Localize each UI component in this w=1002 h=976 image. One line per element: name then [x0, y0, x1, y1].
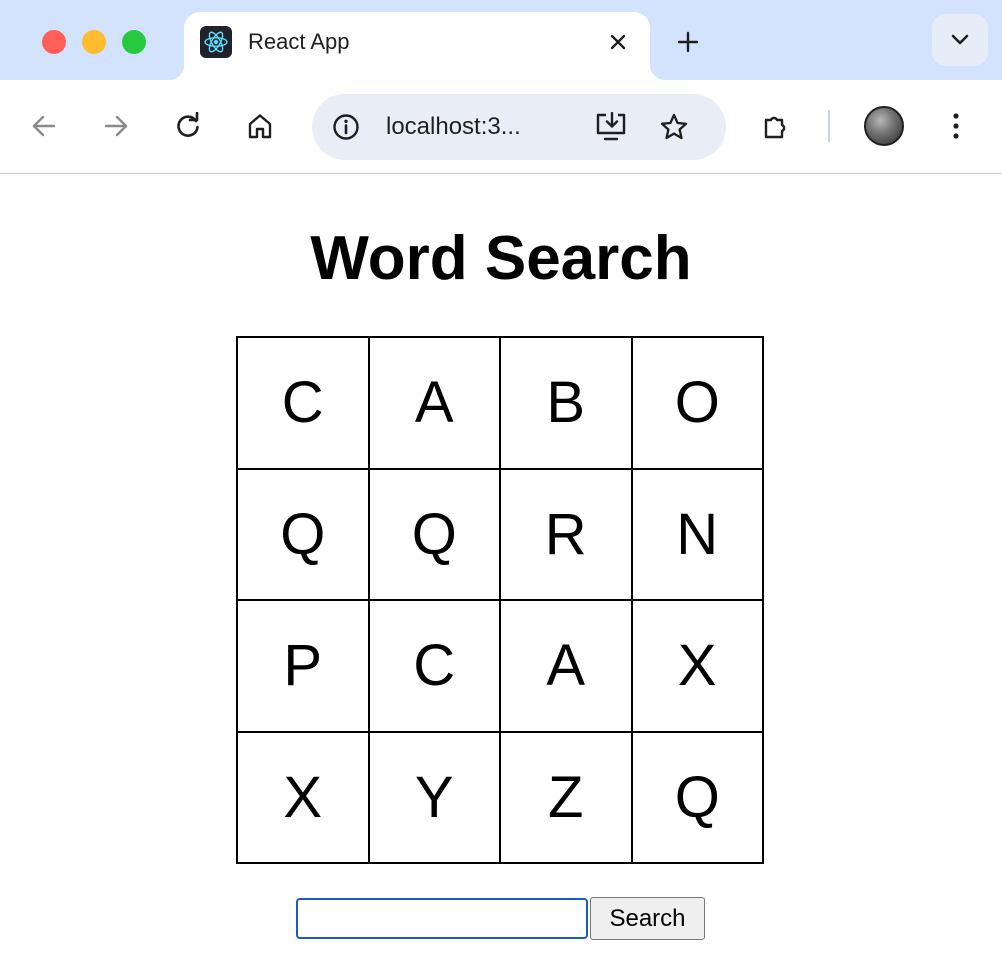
search-input[interactable]: [296, 898, 588, 939]
info-icon[interactable]: [330, 111, 362, 143]
kebab-menu-icon[interactable]: [936, 106, 976, 146]
grid-cell: Z: [500, 731, 632, 863]
grid-cell: Q: [631, 731, 763, 863]
grid-cell: C: [368, 600, 500, 732]
install-app-icon[interactable]: [592, 109, 630, 145]
tab-title: React App: [248, 29, 350, 54]
address-bar[interactable]: localhost:3...: [312, 94, 726, 160]
grid-cell: C: [237, 337, 369, 469]
forward-icon[interactable]: [96, 106, 136, 146]
grid-cell: A: [368, 337, 500, 469]
grid-cell: Y: [368, 731, 500, 863]
new-tab-icon[interactable]: [670, 24, 706, 60]
close-icon[interactable]: [602, 26, 634, 58]
grid-cell: Q: [368, 468, 500, 600]
grid-cell: O: [631, 337, 763, 469]
tab-strip: React App: [0, 0, 1002, 80]
page-content: Word Search CABOQQRNPCAXXYZQ Search: [0, 175, 1002, 976]
grid-cell: Q: [237, 468, 369, 600]
extensions-icon[interactable]: [756, 106, 796, 146]
grid-cell: P: [237, 600, 369, 732]
grid-cell: X: [631, 600, 763, 732]
home-icon[interactable]: [240, 106, 280, 146]
page-title: Word Search: [310, 224, 692, 293]
toolbar-divider: [828, 110, 830, 142]
close-window-button[interactable]: [42, 30, 66, 54]
url-text: localhost:3...: [386, 113, 521, 140]
react-logo-icon: [200, 26, 232, 58]
back-icon[interactable]: [24, 106, 64, 146]
reload-icon[interactable]: [168, 106, 208, 146]
grid-cell: R: [500, 468, 632, 600]
grid-cell: N: [631, 468, 763, 600]
avatar[interactable]: [864, 106, 904, 146]
letter-grid: CABOQQRNPCAXXYZQ: [236, 336, 764, 864]
star-icon[interactable]: [656, 109, 692, 145]
minimize-window-button[interactable]: [82, 30, 106, 54]
grid-cell: X: [237, 731, 369, 863]
browser-toolbar: localhost:3...: [0, 80, 1002, 174]
zoom-window-button[interactable]: [122, 30, 146, 54]
search-button[interactable]: Search: [590, 897, 705, 940]
tab-react-app[interactable]: React App: [168, 12, 666, 80]
tab-search-icon[interactable]: [932, 14, 988, 66]
grid-cell: A: [500, 600, 632, 732]
grid-cell: B: [500, 337, 632, 469]
